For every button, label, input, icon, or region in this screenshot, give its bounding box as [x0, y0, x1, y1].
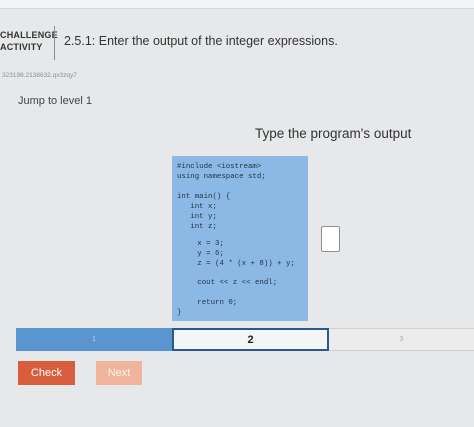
code-line: int main() { — [177, 193, 231, 201]
code-line: using namespace std; — [177, 173, 266, 181]
jump-to-level-link[interactable]: Jump to level 1 — [18, 95, 92, 107]
next-button[interactable]: Next — [96, 361, 142, 385]
code-line: y = 6; — [184, 250, 224, 258]
level-1-segment[interactable]: 1 — [16, 328, 172, 351]
code-line: } — [177, 309, 182, 317]
code-line: cout << z << endl; — [184, 279, 278, 287]
check-button[interactable]: Check — [18, 361, 75, 385]
code-line: #include <iostream> — [177, 163, 262, 171]
activity-header: CHALLENGE ACTIVITY 2.5.1: Enter the outp… — [0, 24, 474, 64]
output-answer-input[interactable] — [321, 226, 340, 252]
top-bar — [0, 0, 474, 9]
header-divider — [54, 26, 55, 60]
code-line: int y; — [177, 213, 217, 221]
code-line: int x; — [177, 203, 217, 211]
code-line: int z; — [177, 223, 217, 231]
prompt-label: Type the program's output — [255, 126, 412, 141]
activity-type-line-1: CHALLENGE — [0, 30, 58, 40]
code-line: x = 3; — [184, 240, 224, 248]
activity-type-label: CHALLENGE ACTIVITY — [0, 29, 58, 53]
code-line: z = (4 * (x + 8)) + y; — [184, 260, 295, 268]
activity-type-line-2: ACTIVITY — [0, 42, 43, 52]
activity-id: 323198.2138632.qx3zqy7 — [2, 72, 77, 79]
code-panel: #include <iostream> using namespace std;… — [172, 156, 308, 321]
level-progress-bar: 1 2 3 — [16, 328, 474, 351]
level-2-segment[interactable]: 2 — [172, 328, 329, 351]
code-line: return 0; — [184, 299, 238, 307]
activity-title: 2.5.1: Enter the output of the integer e… — [64, 34, 338, 48]
level-3-segment: 3 — [329, 328, 474, 351]
